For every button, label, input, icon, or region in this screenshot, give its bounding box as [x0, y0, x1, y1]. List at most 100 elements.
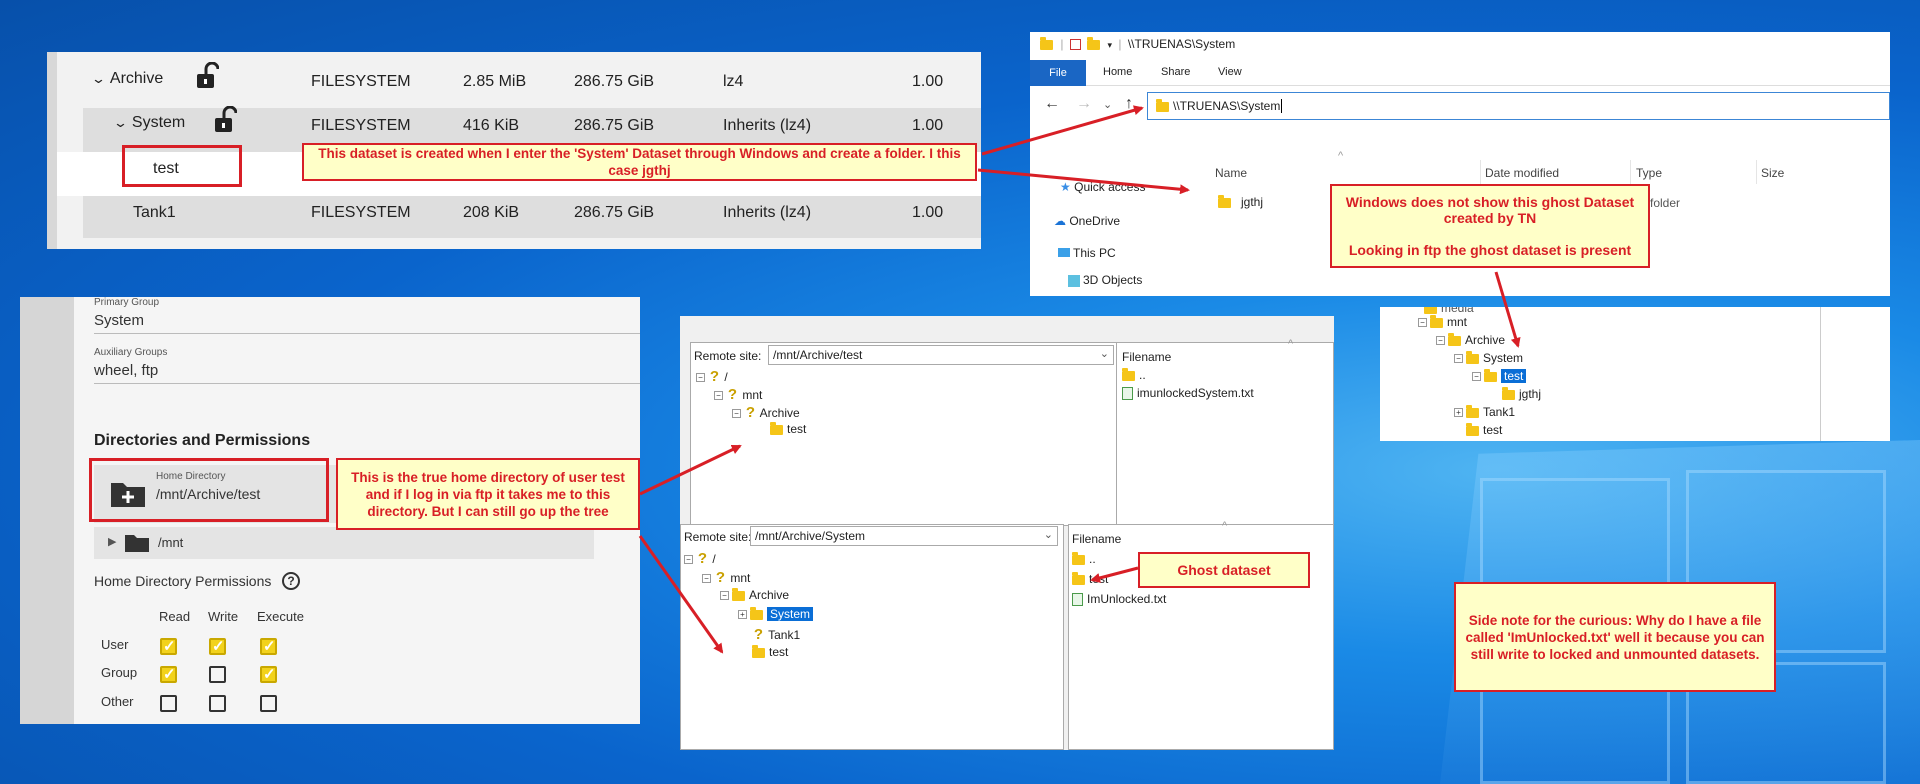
tree-item-tank1[interactable]: + Tank1 — [1454, 404, 1515, 419]
dataset-ratio: 1.00 — [912, 117, 944, 134]
forward-arrow-icon[interactable]: → — [1076, 95, 1092, 113]
tree-item-jgthj[interactable]: jgthj — [1502, 386, 1541, 401]
column-type[interactable]: Type — [1636, 166, 1662, 180]
up-arrow-icon[interactable]: ↑ — [1125, 95, 1133, 113]
ftp-bottom-remote-path[interactable]: /mnt/Archive/System ⌄ — [750, 526, 1058, 546]
ribbon-tab-home[interactable]: Home — [1103, 66, 1132, 78]
ribbon-tab-file[interactable]: File — [1030, 60, 1086, 86]
unlocked-icon[interactable] — [195, 61, 220, 95]
dataset-available: 286.75 GiB — [574, 117, 655, 134]
tree-item-archive[interactable]: − Archive — [1436, 332, 1505, 347]
help-icon[interactable]: ? — [282, 572, 300, 590]
ftp-bottom-remote-label: Remote site: — [684, 530, 752, 544]
perm-checkbox[interactable] — [160, 665, 177, 683]
ftp-bottom-file-test[interactable]: test — [1072, 571, 1108, 586]
ftp-bottom-tree-test[interactable]: test — [752, 644, 788, 659]
ftp-bottom-tree-root[interactable]: −? / — [684, 550, 716, 567]
unlocked-icon[interactable] — [213, 105, 238, 139]
file-row-jgthj[interactable]: jgthj — [1218, 194, 1263, 209]
dataset-row-tank1[interactable]: Tank1 — [133, 204, 176, 222]
network-folder-icon — [1156, 98, 1169, 112]
collapse-icon[interactable]: − — [696, 373, 705, 383]
column-date-modified[interactable]: Date modified — [1485, 166, 1559, 180]
tree-item-media-partial[interactable]: media — [1424, 307, 1474, 315]
collapse-icon[interactable]: − — [1454, 354, 1463, 364]
ftp-top-tree-root[interactable]: −? / — [696, 368, 728, 385]
back-arrow-icon[interactable]: ← — [1044, 95, 1060, 113]
ftp-bottom-tree-mnt[interactable]: −? mnt — [702, 569, 750, 586]
ftp-top-tree-mnt[interactable]: −? mnt — [714, 386, 762, 403]
tree-item-test[interactable]: test — [1466, 422, 1502, 437]
tree-item-system[interactable]: − System — [1454, 350, 1523, 365]
collapse-icon[interactable]: − — [684, 555, 693, 565]
perm-checkbox[interactable] — [160, 695, 177, 712]
dataset-row-archive[interactable]: ⌄ Archive — [91, 70, 163, 88]
expand-icon[interactable]: + — [1454, 408, 1463, 418]
chevron-down-icon[interactable]: ⌄ — [1100, 347, 1109, 360]
ftp-top-tree-test[interactable]: test — [770, 421, 806, 436]
column-size[interactable]: Size — [1761, 166, 1784, 180]
perm-checkbox[interactable] — [209, 666, 226, 683]
folder-icon — [1502, 386, 1515, 400]
perm-checkbox[interactable] — [260, 695, 277, 712]
column-name[interactable]: Name — [1215, 166, 1247, 180]
explorer-titlebar: | ▾ | \\TRUENAS\System — [1040, 36, 1235, 51]
ftp-top-file-parent[interactable]: .. — [1122, 367, 1146, 382]
text-file-icon — [1072, 593, 1083, 607]
ftp-bottom-file-parent[interactable]: .. — [1072, 551, 1096, 566]
collapse-icon[interactable]: − — [702, 574, 711, 584]
tree-label: mnt — [742, 388, 763, 402]
ribbon-tab-view[interactable]: View — [1218, 66, 1242, 78]
ftp-top-remote-path[interactable]: /mnt/Archive/test ⌄ — [768, 345, 1114, 365]
expand-icon[interactable]: + — [738, 610, 747, 620]
path-text: /mnt/Archive/System — [755, 529, 866, 543]
tree-expand-icon[interactable]: ▶ — [108, 535, 116, 548]
perm-checkbox[interactable] — [260, 665, 277, 683]
dataset-available: 286.75 GiB — [574, 204, 655, 221]
tree-label: Archive — [749, 588, 790, 602]
address-bar[interactable]: \\TRUENAS\System — [1147, 92, 1890, 120]
tree-label: System — [767, 607, 814, 621]
ftp-top-file-txt[interactable]: imunlockedSystem.txt — [1122, 386, 1254, 401]
aux-groups-field[interactable]: wheel, ftp — [94, 362, 158, 379]
collapse-icon[interactable]: − — [720, 591, 729, 601]
collapse-icon[interactable]: − — [1418, 318, 1427, 328]
sort-up-icon: ^ — [1338, 150, 1344, 162]
folder-icon — [1072, 551, 1085, 565]
collapse-icon[interactable]: − — [732, 409, 741, 419]
perm-checkbox[interactable] — [209, 637, 226, 655]
ftp-bottom-file-txt[interactable]: ImUnlocked.txt — [1072, 592, 1166, 607]
folder-icon — [1466, 422, 1479, 436]
nav-this-pc[interactable]: This PC — [1058, 246, 1116, 260]
tree-item-mnt[interactable]: /mnt — [158, 535, 183, 550]
nav-3d-objects[interactable]: 3D Objects — [1068, 273, 1142, 287]
collapse-icon[interactable]: − — [1472, 372, 1481, 382]
chevron-down-icon[interactable]: ⌄ — [1103, 98, 1112, 111]
ftp-bottom-tree-archive[interactable]: − Archive — [720, 587, 790, 602]
nav-quick-access[interactable]: ★ Quick access — [1060, 180, 1145, 194]
ftp-bottom-tree-system-selected[interactable]: + System — [738, 606, 814, 621]
folder-icon — [770, 421, 783, 435]
chevron-down-icon[interactable]: ⌄ — [113, 115, 128, 131]
ftp-top-filename-header[interactable]: Filename — [1122, 350, 1171, 364]
primary-group-field[interactable]: System — [94, 312, 144, 329]
chevron-down-icon[interactable]: ⌄ — [91, 71, 106, 87]
tree-label: media — [1441, 307, 1474, 315]
perm-checkbox[interactable] — [209, 695, 226, 712]
dataset-row-system[interactable]: ⌄ System — [113, 114, 186, 132]
collapse-icon[interactable]: − — [1436, 336, 1445, 346]
ftp-top-tree-archive[interactable]: −? Archive — [732, 404, 800, 421]
ftp-bottom-tree-tank1[interactable]: ? Tank1 — [752, 626, 800, 643]
dataset-name: System — [131, 114, 186, 131]
nav-label: This PC — [1073, 246, 1116, 260]
perm-checkbox[interactable] — [260, 637, 277, 655]
collapse-icon[interactable]: − — [714, 391, 723, 401]
tree-item-test-selected[interactable]: − test — [1472, 368, 1527, 383]
computer-icon — [1058, 248, 1070, 257]
perm-checkbox[interactable] — [160, 637, 177, 655]
ribbon-tab-share[interactable]: Share — [1161, 66, 1190, 78]
ftp-bottom-filename-header[interactable]: Filename — [1072, 532, 1121, 546]
tree-item-mnt[interactable]: − mnt — [1418, 314, 1467, 329]
chevron-down-icon[interactable]: ⌄ — [1044, 528, 1053, 541]
nav-onedrive[interactable]: ☁ OneDrive — [1054, 214, 1120, 228]
